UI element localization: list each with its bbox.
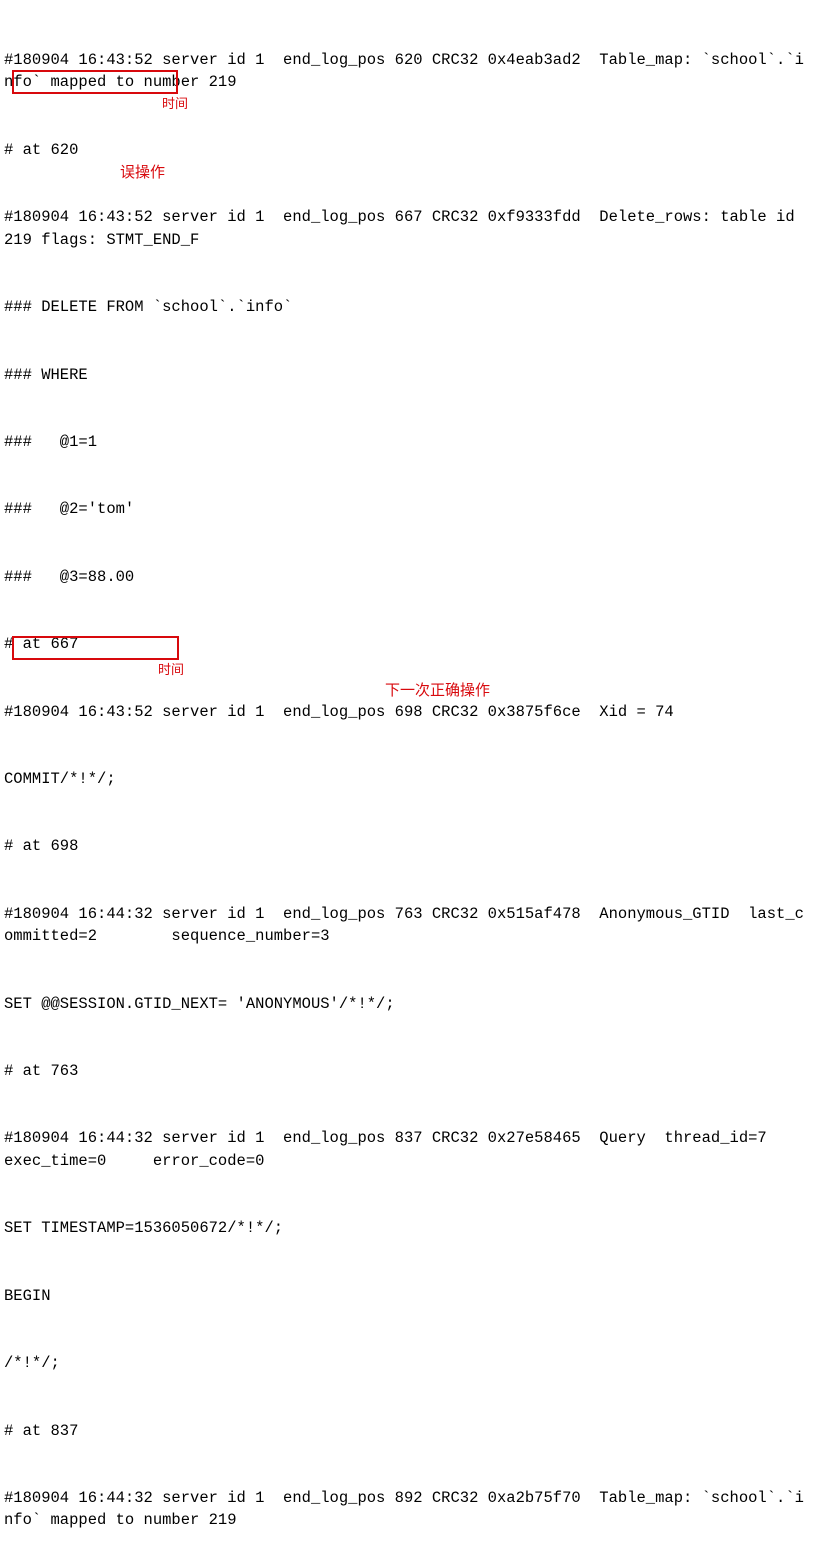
log-line: #180904 16:43:52 server id 1 end_log_pos… xyxy=(4,206,811,251)
log-line: /*!*/; xyxy=(4,1352,811,1374)
log-line: # at 667 xyxy=(4,633,811,655)
log-line: SET TIMESTAMP=1536050672/*!*/; xyxy=(4,1217,811,1239)
log-line: ### @3=88.00 xyxy=(4,566,811,588)
log-line: BEGIN xyxy=(4,1285,811,1307)
log-line: ### DELETE FROM `school`.`info` xyxy=(4,296,811,318)
log-line: # at 837 xyxy=(4,1420,811,1442)
log-line: # at 763 xyxy=(4,1060,811,1082)
log-line: #180904 16:44:32 server id 1 end_log_pos… xyxy=(4,1487,811,1532)
log-line: ### @1=1 xyxy=(4,431,811,453)
log-line: SET @@SESSION.GTID_NEXT= 'ANONYMOUS'/*!*… xyxy=(4,993,811,1015)
log-line: #180904 16:44:32 server id 1 end_log_pos… xyxy=(4,903,811,948)
log-line: #180904 16:44:32 server id 1 end_log_pos… xyxy=(4,1127,811,1172)
log-line: # at 620 xyxy=(4,139,811,161)
log-line: #180904 16:43:52 server id 1 end_log_pos… xyxy=(4,49,811,94)
binlog-output: #180904 16:43:52 server id 1 end_log_pos… xyxy=(4,4,811,1546)
log-line: #180904 16:43:52 server id 1 end_log_pos… xyxy=(4,701,811,723)
log-line: COMMIT/*!*/; xyxy=(4,768,811,790)
log-line: # at 698 xyxy=(4,835,811,857)
log-line: ### WHERE xyxy=(4,364,811,386)
log-line: ### @2='tom' xyxy=(4,498,811,520)
